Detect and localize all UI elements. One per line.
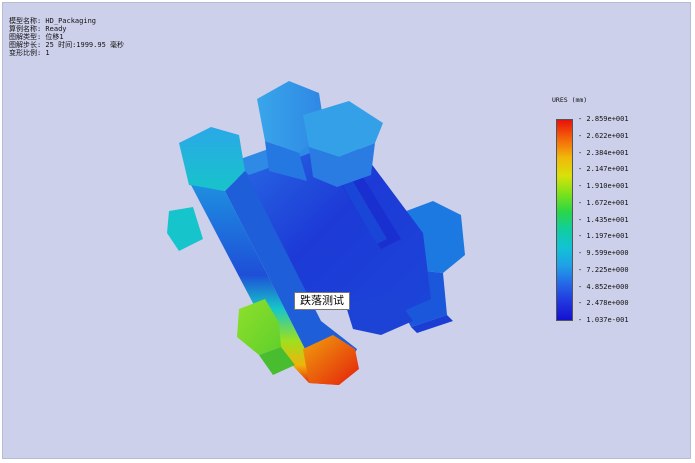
legend-color-bar <box>556 119 573 321</box>
drop-test-tooltip: 跌落测试 <box>294 292 350 310</box>
legend-tick-label: - 2.384e+001 <box>578 148 629 157</box>
legend-tick-label: - 1.910e+001 <box>578 182 629 190</box>
legend-tick-label: - 1.037e-001 <box>578 316 629 324</box>
legend-tick-label: - 2.147e+001 <box>578 165 629 174</box>
legend-tick-label: - 4.852e+000 <box>578 282 629 291</box>
legend-tick-label: - 1.197e+001 <box>578 232 629 241</box>
legend-tick-label: - 1.435e+001 <box>578 215 629 224</box>
legend-tick-label: - 2.622e+001 <box>578 131 629 140</box>
left-post-end <box>167 207 203 251</box>
legend-tick-label: - 2.859e+001 <box>578 115 629 123</box>
legend-tick-label: - 9.599e+000 <box>578 249 629 257</box>
legend-tick-label: - 7.225e+000 <box>578 265 629 274</box>
legend-tick-label: - 1.672e+001 <box>578 198 629 207</box>
legend-tick-label: - 2.478e+000 <box>578 299 629 308</box>
legend-title: URES (mm) <box>552 96 588 104</box>
results-viewport[interactable]: 模型名称: HD_Packaging 算例名称: Ready 图解类型: 位移1… <box>2 2 691 459</box>
legend-ticks: - 2.859e+001 - 2.622e+001 - 2.384e+001 - 2.… <box>578 115 658 325</box>
